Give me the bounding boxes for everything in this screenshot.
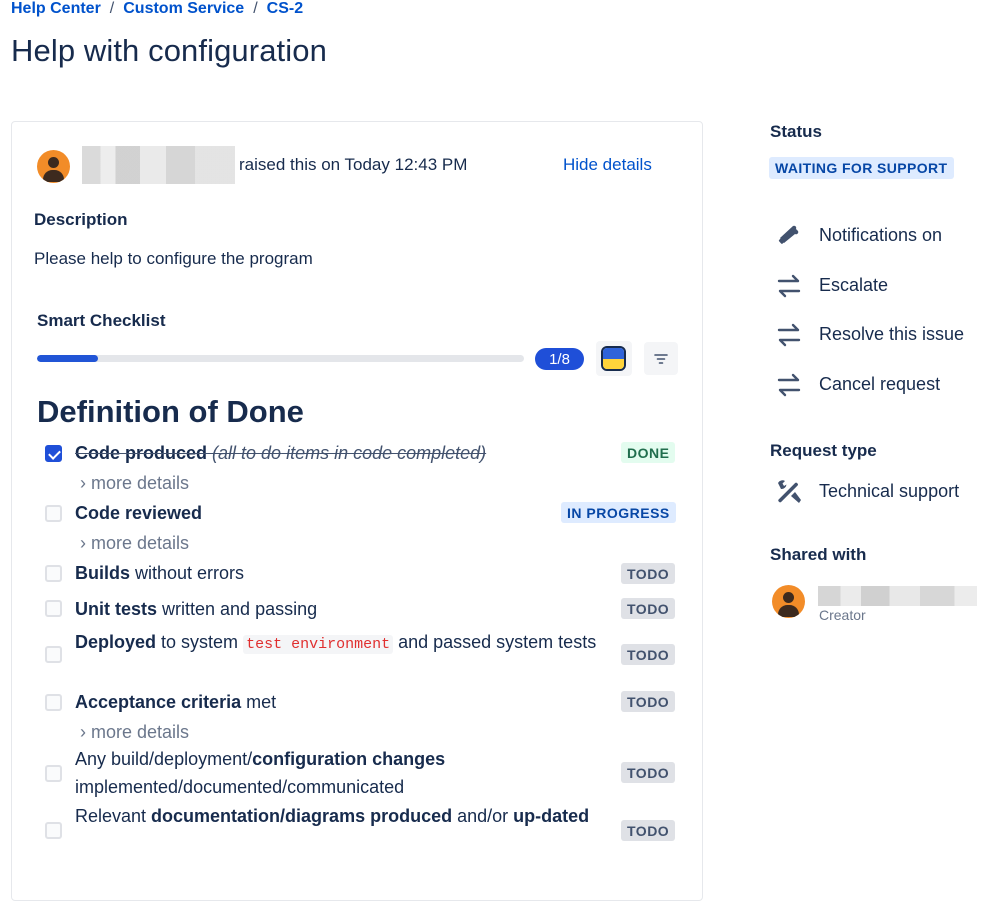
item-text: and/or — [452, 806, 514, 826]
checkbox-code-reviewed[interactable] — [45, 505, 62, 522]
item-italic-text: (all — [207, 443, 242, 463]
checklist-count-badge: 1/8 — [535, 348, 584, 370]
checklist-item-documentation: Relevant documentation/diagrams produced… — [75, 802, 605, 830]
hide-details-link[interactable]: Hide details — [563, 155, 652, 175]
shared-user-avatar-icon — [772, 585, 805, 618]
status-badge-todo: TODO — [621, 563, 676, 584]
item-text: Any build/deployment/ — [75, 749, 253, 769]
shared-user-role: Creator — [819, 607, 866, 623]
breadcrumb: Help Center / Custom Service / CS-2 — [11, 0, 303, 18]
item-italic-text: items in code completed) — [281, 443, 487, 463]
item-text: written and passing — [157, 599, 318, 619]
swap-arrows-icon — [777, 373, 801, 397]
flag-button[interactable] — [596, 341, 632, 376]
checklist-label: Smart Checklist — [37, 311, 166, 330]
item-struck-text: to do — [241, 443, 282, 463]
item-bold-text: configuration changes — [252, 749, 446, 769]
checklist-item-configuration-changes: Any build/deployment/configuration chang… — [75, 745, 605, 801]
shared-user-name-redacted — [818, 586, 977, 606]
checklist-item-unit-tests: Unit tests written and passing — [75, 595, 317, 623]
action-label: Notifications on — [819, 225, 943, 245]
raised-info: raised this on Today 12:43 PM — [239, 155, 468, 174]
more-details-link[interactable]: › more details — [80, 473, 189, 494]
item-bold-text: documentation/diagrams produced — [151, 806, 453, 826]
checklist-item-code-reviewed: Code reviewed — [75, 499, 202, 527]
request-type-label: Request type — [770, 441, 877, 460]
checklist-heading: Definition of Done — [37, 394, 304, 429]
action-label: Escalate — [819, 275, 889, 295]
item-text: Relevant — [75, 806, 152, 826]
status-badge-todo: TODO — [621, 762, 676, 783]
item-text: without errors — [130, 563, 245, 583]
flag-icon — [601, 346, 626, 371]
item-text: to system — [156, 632, 244, 652]
tools-icon — [778, 480, 801, 503]
status-label: Status — [770, 122, 822, 141]
checkbox-configuration-changes[interactable] — [45, 765, 62, 782]
checklist-item-deployed: Deployed to system test environment and … — [75, 628, 615, 659]
item-bold-text: up-dated — [513, 806, 590, 826]
status-badge-in-progress: IN PROGRESS — [561, 502, 676, 523]
reporter-name-redacted — [82, 146, 235, 184]
inline-code: test environment — [243, 635, 394, 654]
checkbox-acceptance-criteria[interactable] — [45, 694, 62, 711]
checklist-item-builds: Builds without errors — [75, 559, 244, 587]
action-label: Resolve this issue — [819, 324, 965, 344]
checkbox-deployed[interactable] — [45, 646, 62, 663]
item-text: and passed system tests — [393, 632, 597, 652]
checklist-item-acceptance-criteria: Acceptance criteria met — [75, 688, 276, 716]
breadcrumb-separator: / — [109, 0, 115, 17]
action-label: Cancel request — [819, 374, 941, 394]
swap-arrows-icon — [777, 274, 801, 298]
checklist-item-code-produced: Code produced (all to do items in code c… — [75, 439, 486, 467]
filter-button[interactable] — [644, 342, 678, 375]
item-bold-text: Builds — [75, 563, 131, 583]
item-text: implemented/documented/communicated — [75, 777, 405, 797]
reporter-avatar-icon — [37, 150, 70, 183]
item-bold-text: Deployed — [75, 632, 157, 652]
status-badge-todo: TODO — [621, 644, 676, 665]
breadcrumb-help-center[interactable]: Help Center — [11, 0, 101, 17]
checkbox-builds[interactable] — [45, 565, 62, 582]
item-bold-text: Code reviewed — [75, 503, 203, 523]
checkbox-documentation[interactable] — [45, 822, 62, 839]
description-label: Description — [34, 210, 128, 229]
item-bold-text: Acceptance criteria — [75, 692, 242, 712]
breadcrumb-separator: / — [253, 0, 258, 17]
breadcrumb-custom-service[interactable]: Custom Service — [123, 0, 244, 17]
item-text: met — [241, 692, 277, 712]
item-bold-text: Code produced — [75, 443, 208, 463]
checklist-progress-bar — [37, 355, 524, 362]
status-badge-done: DONE — [621, 442, 676, 463]
status-badge: WAITING FOR SUPPORT — [769, 157, 954, 179]
swap-arrows-icon — [777, 323, 801, 347]
status-badge-todo: TODO — [621, 598, 676, 619]
request-type-value: Technical support — [819, 481, 960, 501]
checkbox-unit-tests[interactable] — [45, 600, 62, 617]
page-title: Help with configuration — [11, 33, 327, 68]
status-badge-todo: TODO — [621, 820, 676, 841]
more-details-link[interactable]: › more details — [80, 533, 189, 554]
checkbox-code-produced[interactable] — [45, 445, 62, 462]
filter-icon — [654, 354, 668, 364]
breadcrumb-issue-key[interactable]: CS-2 — [267, 0, 303, 17]
status-badge-todo: TODO — [621, 691, 676, 712]
item-bold-text: Unit tests — [75, 599, 158, 619]
shared-with-label: Shared with — [770, 545, 867, 564]
more-details-link[interactable]: › more details — [80, 722, 189, 743]
description-text: Please help to configure the program — [34, 249, 313, 268]
checklist-progress-fill — [37, 355, 98, 362]
megaphone-icon — [778, 225, 799, 244]
